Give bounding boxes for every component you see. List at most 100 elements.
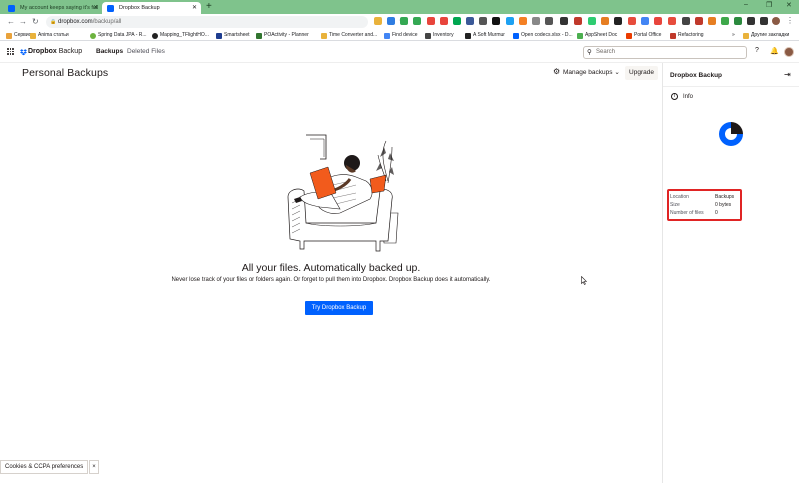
bookmark-item[interactable]: A Soft Murmur: [465, 31, 505, 40]
profile-avatar-icon[interactable]: [772, 17, 780, 25]
extension-icon[interactable]: [734, 17, 742, 25]
extension-icon[interactable]: [427, 17, 435, 25]
folder-icon: [743, 33, 749, 39]
detail-value-size: 0 bytes: [715, 202, 732, 208]
extension-icon[interactable]: [387, 17, 395, 25]
detail-value-location: Backups: [715, 194, 735, 200]
extension-icon[interactable]: [614, 17, 622, 25]
bookmark-item[interactable]: Spring Data JPA - R...: [90, 31, 147, 40]
extension-icon[interactable]: [574, 17, 582, 25]
avatar[interactable]: [784, 47, 794, 57]
app-grid-icon[interactable]: [7, 48, 14, 55]
lock-icon: 🔒: [50, 19, 57, 25]
bell-icon[interactable]: 🔔: [770, 47, 779, 55]
extension-icon[interactable]: [532, 17, 540, 25]
reload-icon[interactable]: ↻: [32, 17, 39, 27]
extension-icon[interactable]: [374, 17, 382, 25]
bookmark-item[interactable]: Inventory: [425, 31, 454, 40]
upgrade-button[interactable]: Upgrade: [625, 66, 658, 80]
extension-icon[interactable]: [588, 17, 596, 25]
manage-backups-label: Manage backups: [563, 69, 613, 76]
cookies-preferences-button[interactable]: Cookies & CCPA preferences: [0, 460, 88, 474]
info-section-header[interactable]: i Info: [671, 93, 693, 101]
mouse-cursor-icon: [581, 276, 587, 285]
dropbox-backup-icon: [719, 122, 743, 146]
browser-tab-dropbox-backup[interactable]: Dropbox Backup ✕: [102, 2, 201, 14]
collapse-panel-icon[interactable]: ⇥: [784, 70, 791, 79]
extensions-puzzle-icon[interactable]: [747, 17, 755, 25]
minimize-window-button[interactable]: –: [744, 1, 748, 8]
close-tab-icon[interactable]: ✕: [93, 2, 98, 14]
info-side-panel: Dropbox Backup ⇥ i Info Location Backups…: [662, 63, 799, 483]
close-tab-icon[interactable]: ✕: [192, 2, 197, 14]
find-device-icon: [384, 33, 390, 39]
bookmark-item[interactable]: Refactoring: [670, 31, 704, 40]
detail-key-number-of-files: Number of files: [670, 210, 704, 216]
extension-icon[interactable]: [641, 17, 649, 25]
page-title: Personal Backups: [22, 67, 109, 79]
extension-icon[interactable]: [682, 17, 690, 25]
detail-key-location: Location: [670, 194, 689, 200]
extension-icon[interactable]: [400, 17, 408, 25]
search-placeholder: Search: [596, 49, 616, 55]
extension-icon[interactable]: [506, 17, 514, 25]
bookmark-item[interactable]: Find device: [384, 31, 418, 40]
bookmark-item[interactable]: Mapping_TFlightHO...: [152, 31, 209, 40]
bookmark-item[interactable]: Portal Office: [626, 31, 661, 40]
extension-icon[interactable]: [413, 17, 421, 25]
extension-icon[interactable]: [654, 17, 662, 25]
extension-icon[interactable]: [695, 17, 703, 25]
extension-icon[interactable]: [668, 17, 676, 25]
bookmark-item[interactable]: AppSheet Doc: [577, 31, 617, 40]
new-tab-button[interactable]: +: [206, 1, 212, 12]
bookmark-item[interactable]: POActivity - Planner: [256, 31, 309, 40]
github-icon: [152, 33, 158, 39]
dropbox-backup-logo[interactable]: Dropbox Backup: [20, 47, 82, 57]
close-window-button[interactable]: ✕: [786, 1, 792, 9]
extension-icon[interactable]: [708, 17, 716, 25]
extension-icon[interactable]: [628, 17, 636, 25]
close-cookies-button[interactable]: ×: [89, 460, 99, 474]
extension-icon[interactable]: [440, 17, 448, 25]
forward-arrow-icon[interactable]: →: [19, 17, 27, 27]
bookmark-item[interactable]: Open codecs.xlsx - D...: [513, 31, 573, 40]
extension-icon[interactable]: [545, 17, 553, 25]
dropbox-icon: [513, 33, 519, 39]
murmur-icon: [465, 33, 471, 39]
gear-icon: ⚙: [553, 67, 561, 76]
bookmark-item[interactable]: Smartsheet: [216, 31, 250, 40]
extension-icon[interactable]: [519, 17, 527, 25]
search-input[interactable]: ⚲ Search: [583, 46, 747, 59]
extension-icon[interactable]: [453, 17, 461, 25]
other-bookmarks-folder[interactable]: Другие закладки: [743, 31, 789, 40]
extension-icon[interactable]: [721, 17, 729, 25]
product-name: Backup: [58, 48, 83, 55]
try-dropbox-backup-button[interactable]: Try Dropbox Backup: [305, 301, 373, 315]
back-arrow-icon[interactable]: ←: [7, 17, 15, 27]
bookmark-item[interactable]: Anima статьи: [30, 31, 69, 40]
side-panel-icon[interactable]: [760, 17, 768, 25]
info-label: Info: [683, 94, 694, 100]
extension-icon[interactable]: [601, 17, 609, 25]
smartsheet-icon: [216, 33, 222, 39]
extension-icon[interactable]: [466, 17, 474, 25]
planner-icon: [256, 33, 262, 39]
extension-icon[interactable]: [560, 17, 568, 25]
manage-backups-button[interactable]: ⚙ Manage backups ⌄: [553, 67, 620, 76]
detail-key-size: Size: [670, 202, 680, 208]
nav-deleted-files[interactable]: Deleted Files: [127, 48, 165, 55]
nav-backups[interactable]: Backups: [96, 48, 123, 55]
bookmark-item[interactable]: Time Converter and...: [321, 31, 377, 40]
address-bar[interactable]: 🔒 dropbox.com/backup/all ⊕⇪☆: [46, 16, 405, 28]
spring-icon: [90, 33, 96, 39]
refactoring-icon: [670, 33, 676, 39]
bookmarks-overflow-button[interactable]: »: [732, 31, 735, 40]
extension-icon[interactable]: [479, 17, 487, 25]
restore-window-button[interactable]: ❐: [766, 1, 772, 9]
app-header: Dropbox Backup Backups Deleted Files ⚲ S…: [0, 42, 799, 63]
help-icon[interactable]: ?: [755, 47, 759, 54]
extension-icon[interactable]: [492, 17, 500, 25]
bookmarks-bar: Сервисы Anima статьи Spring Data JPA - R…: [0, 30, 799, 41]
browser-tab-account[interactable]: My account keeps saying it's full ✕: [3, 2, 102, 14]
browser-menu-icon[interactable]: ⋮: [786, 17, 794, 25]
